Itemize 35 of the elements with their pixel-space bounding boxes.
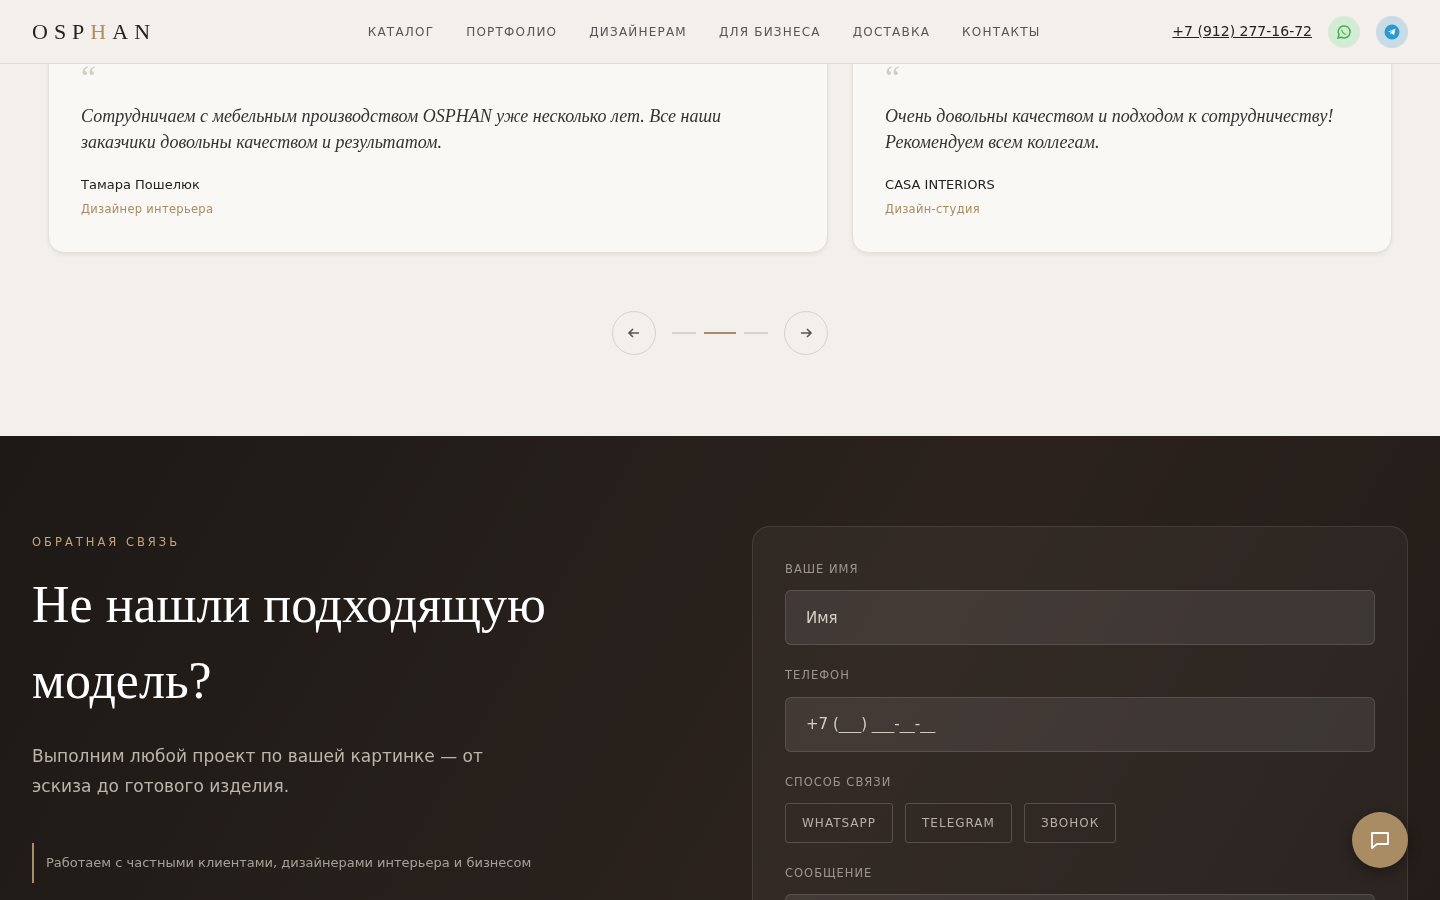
arrow-right-icon: [799, 326, 813, 340]
arrow-left-icon: [627, 326, 641, 340]
chat-button[interactable]: [1352, 812, 1408, 868]
field-label: ВАШЕ ИМЯ: [785, 561, 860, 578]
pager-dash[interactable]: [704, 332, 736, 334]
feature-point: Работаем с частными клиентами, дизайнерами интерьера и бизнесом: [32, 843, 592, 883]
contact-method-button[interactable]: WHATSAPP: [785, 802, 894, 843]
nav-link[interactable]: КОНТАКТЫ: [962, 22, 1041, 41]
contact-method-button[interactable]: TELEGRAM: [905, 802, 1012, 843]
phone-link[interactable]: +7 (912) 277-16-72: [1172, 21, 1312, 42]
author-role: Дизайн-студия: [885, 200, 981, 218]
nav-link[interactable]: ДОСТАВКА: [852, 22, 931, 41]
quote-mark: “: [885, 61, 902, 89]
nav-link[interactable]: ПОРТФОЛИО: [466, 22, 558, 41]
nav-link[interactable]: КАТАЛОГ: [367, 22, 435, 41]
section-lead: Выполним любой проект по вашей картинке — от эскиза до готового изделия.: [32, 745, 484, 799]
logo[interactable]: OSP H AN: [32, 15, 157, 48]
quote-mark: “: [81, 61, 98, 89]
pager-dash[interactable]: [672, 332, 696, 334]
field-label: ТЕЛЕФОН: [785, 667, 851, 685]
pager-dash[interactable]: [744, 332, 768, 334]
testimonial-text: Очень довольны качеством и подходом к сотрудничеству! Рекомендуем всем коллегам.: [885, 105, 1335, 154]
paper-plane-icon[interactable]: [1376, 15, 1408, 48]
section-eyebrow: ОБРАТНАЯ СВЯЗЬ: [32, 534, 182, 551]
contact-method-button[interactable]: ЗВОНОК: [1023, 802, 1117, 843]
chat-bubble-icon[interactable]: [1328, 15, 1360, 48]
nav-link[interactable]: ДЛЯ БИЗНЕСА: [718, 22, 821, 41]
author-name: CASA INTERIORS: [885, 176, 996, 194]
field-label: СООБЩЕНИЕ: [785, 864, 874, 882]
author-role: Дизайнер интерьера: [81, 200, 215, 218]
section-title: Не нашли подходящую модель?: [32, 575, 547, 712]
testimonial-text: Сотрудничаем с мебельным производством OSPHAN уже несколько лет. Все наши заказчики довольны качеством и результатом.: [81, 105, 723, 154]
field-label: СПОСОБ СВЯЗИ: [785, 773, 893, 791]
nav-link[interactable]: ДИЗАЙНЕРАМ: [589, 22, 687, 41]
author-name: Тамара Пошелюк: [81, 176, 201, 194]
